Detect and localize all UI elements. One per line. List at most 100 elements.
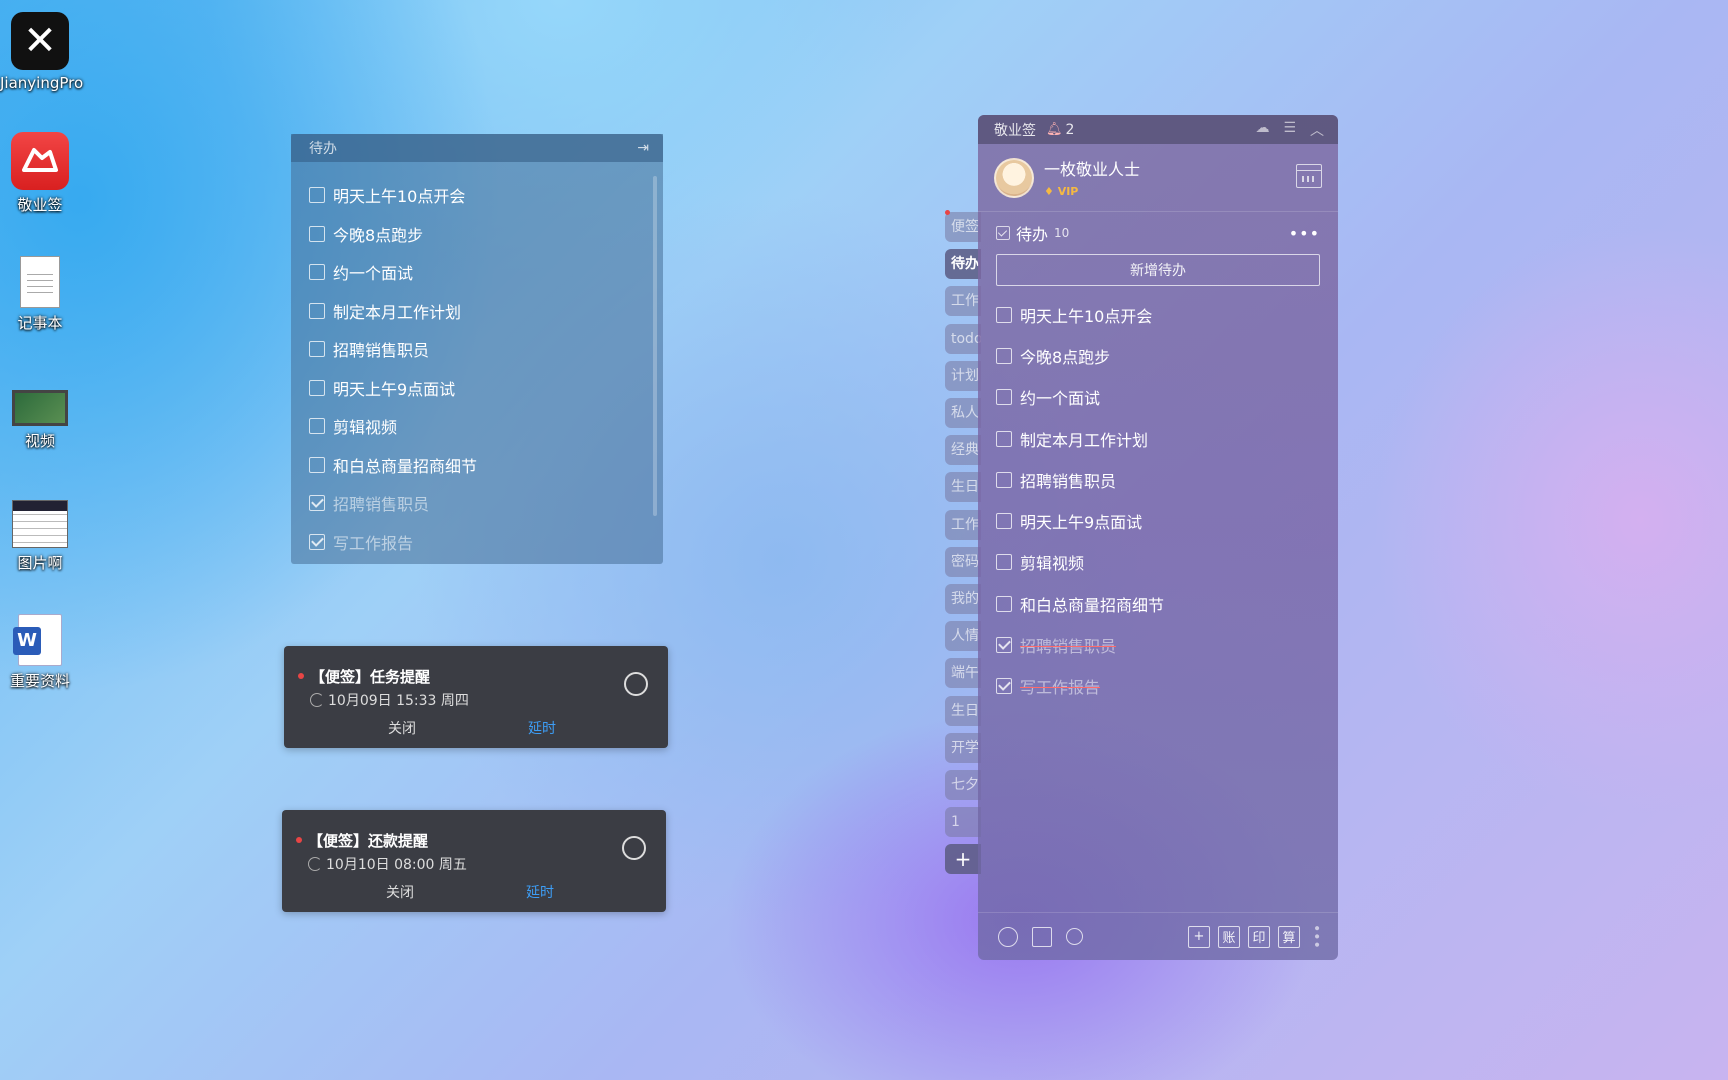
sticky-header: 待办 ⇥ bbox=[291, 134, 663, 162]
tab-category[interactable]: 人情 bbox=[945, 621, 981, 652]
add-todo-button[interactable]: 新增待办 bbox=[996, 254, 1320, 286]
checkbox[interactable] bbox=[996, 513, 1012, 530]
sticky-item-text: 明天上午9点面试 bbox=[333, 379, 456, 399]
tab-category[interactable]: 生日 bbox=[945, 472, 981, 503]
close-button[interactable]: 关闭 bbox=[386, 882, 414, 902]
checkbox[interactable] bbox=[309, 418, 325, 435]
calculator-button[interactable]: 算 bbox=[1278, 925, 1300, 948]
todo-item[interactable]: 制定本月工作计划 bbox=[996, 418, 1320, 459]
new-note-button[interactable]: + bbox=[1188, 925, 1210, 948]
checkbox[interactable] bbox=[309, 456, 325, 473]
checkbox[interactable] bbox=[309, 302, 325, 319]
cloud-sync-icon[interactable]: ☁ bbox=[1255, 120, 1269, 140]
notepad-icon bbox=[20, 256, 60, 308]
jingyeqian-icon bbox=[11, 132, 69, 190]
checkbox[interactable] bbox=[996, 554, 1012, 571]
print-button[interactable]: 印 bbox=[1248, 925, 1270, 948]
checkbox[interactable] bbox=[996, 306, 1012, 323]
todo-item[interactable]: 明天上午9点面试 bbox=[996, 500, 1320, 541]
checkbox[interactable] bbox=[309, 264, 325, 281]
tab-category[interactable]: 待办 bbox=[945, 249, 981, 280]
checkbox[interactable] bbox=[996, 595, 1012, 612]
desktop-icon-label: 图片啊 bbox=[17, 554, 63, 572]
collapse-icon[interactable]: ︿ bbox=[1310, 120, 1324, 140]
search-icon[interactable] bbox=[1066, 928, 1083, 945]
tab-unread-dot bbox=[945, 210, 950, 215]
tab-category[interactable]: 私人 bbox=[945, 398, 981, 428]
tab-category[interactable]: 便签 bbox=[945, 212, 981, 242]
close-button[interactable]: 关闭 bbox=[388, 718, 416, 738]
add-tab-button[interactable]: + bbox=[945, 844, 981, 875]
todo-item[interactable]: 明天上午10点开会 bbox=[996, 294, 1320, 335]
todo-item-text: 今晚8点跑步 bbox=[1020, 347, 1111, 367]
todo-item-text: 制定本月工作计划 bbox=[1020, 430, 1149, 450]
tab-category[interactable]: 工作 bbox=[945, 286, 981, 317]
complete-circle-icon[interactable] bbox=[624, 672, 648, 696]
tab-category[interactable]: 七夕 bbox=[945, 770, 981, 800]
sticky-todo-widget: 待办 ⇥ 明天上午10点开会 今晚8点跑步 约一个面试 制定本月工作计划 招聘销… bbox=[291, 134, 663, 564]
checkbox-checked[interactable] bbox=[996, 637, 1012, 654]
todo-item[interactable]: 今晚8点跑步 bbox=[996, 335, 1320, 376]
tab-category[interactable]: 我的 bbox=[945, 584, 981, 614]
video-icon bbox=[12, 390, 68, 426]
todo-item-done[interactable]: 招聘销售职员 bbox=[996, 624, 1320, 665]
reminder-time: 10月09日 15:33 周四 bbox=[310, 690, 469, 710]
checkbox-checked[interactable] bbox=[996, 678, 1012, 695]
sticky-item-text: 约一个面试 bbox=[333, 264, 414, 284]
todo-item[interactable]: 约一个面试 bbox=[996, 377, 1320, 418]
sticky-item: 明天上午9点面试 bbox=[309, 369, 645, 408]
sticky-item: 剪辑视频 bbox=[309, 407, 645, 446]
sticky-item: 和白总商量招商细节 bbox=[309, 446, 645, 485]
exit-icon[interactable]: ⇥ bbox=[637, 140, 649, 156]
tab-category[interactable]: 密码 bbox=[945, 546, 981, 577]
checkbox[interactable] bbox=[309, 341, 325, 358]
tab-category[interactable]: 工作 bbox=[945, 509, 981, 540]
checkbox[interactable] bbox=[996, 430, 1012, 447]
todo-item-text: 明天上午9点面试 bbox=[1020, 513, 1143, 533]
checkbox[interactable] bbox=[996, 471, 1012, 488]
more-options-icon[interactable]: ••• bbox=[1289, 224, 1320, 243]
tab-category[interactable]: 计划 bbox=[945, 360, 981, 391]
tab-category[interactable]: 1 bbox=[945, 807, 981, 838]
checkbox[interactable] bbox=[309, 379, 325, 396]
bell-icon[interactable]: 🔔︎ bbox=[1046, 122, 1063, 137]
checkbox[interactable] bbox=[309, 187, 325, 204]
todo-item[interactable]: 和白总商量招商细节 bbox=[996, 583, 1320, 624]
checkbox-checked[interactable] bbox=[309, 533, 325, 550]
delay-button[interactable]: 延时 bbox=[526, 882, 554, 902]
avatar[interactable] bbox=[994, 157, 1034, 198]
todo-item-text: 剪辑视频 bbox=[1020, 554, 1085, 574]
reminder-title: 【便签】还款提醒 bbox=[308, 832, 429, 850]
calendar-icon[interactable] bbox=[1296, 164, 1322, 188]
tab-category[interactable]: 端午 bbox=[945, 658, 981, 689]
app-name: 敬业签 bbox=[994, 122, 1036, 139]
clock-icon[interactable] bbox=[998, 926, 1018, 947]
desktop-icon-jianyingpro[interactable]: ✕ JianyingPro bbox=[0, 12, 83, 92]
tab-category[interactable]: todo bbox=[945, 323, 981, 354]
desktop-icon-word[interactable]: W 重要资料 bbox=[0, 614, 80, 691]
delay-button[interactable]: 延时 bbox=[528, 718, 556, 738]
tab-category[interactable]: 经典 bbox=[945, 435, 981, 466]
checkbox[interactable] bbox=[309, 225, 325, 242]
desktop-icon-images[interactable]: 图片啊 bbox=[0, 500, 80, 573]
desktop-icon-jingyeqian[interactable]: 敬业签 bbox=[0, 132, 80, 215]
sticky-item-text: 招聘销售职员 bbox=[333, 341, 430, 361]
checkbox[interactable] bbox=[996, 347, 1012, 364]
ledger-button[interactable]: 账 bbox=[1218, 925, 1240, 948]
menu-icon[interactable]: ☰ bbox=[1283, 120, 1296, 140]
todo-item[interactable]: 招聘销售职员 bbox=[996, 459, 1320, 500]
desktop-icon-video[interactable]: 视频 bbox=[0, 390, 80, 451]
checkbox-checked[interactable] bbox=[309, 495, 325, 512]
sticky-item-done: 写工作报告 bbox=[309, 523, 645, 562]
tab-category[interactable]: 生日 bbox=[945, 695, 981, 726]
todo-item-done[interactable]: 写工作报告 bbox=[996, 666, 1320, 707]
archive-icon[interactable] bbox=[1032, 926, 1052, 947]
sticky-scrollbar[interactable] bbox=[653, 176, 657, 516]
todo-item[interactable]: 剪辑视频 bbox=[996, 542, 1320, 583]
sticky-item-text: 写工作报告 bbox=[333, 533, 414, 553]
tab-category[interactable]: 开学 bbox=[945, 732, 981, 763]
checkbox[interactable] bbox=[996, 389, 1012, 406]
complete-circle-icon[interactable] bbox=[622, 836, 646, 860]
desktop-icon-notepad[interactable]: 记事本 bbox=[0, 256, 80, 333]
more-vertical-icon[interactable]: ••• bbox=[1308, 924, 1324, 949]
